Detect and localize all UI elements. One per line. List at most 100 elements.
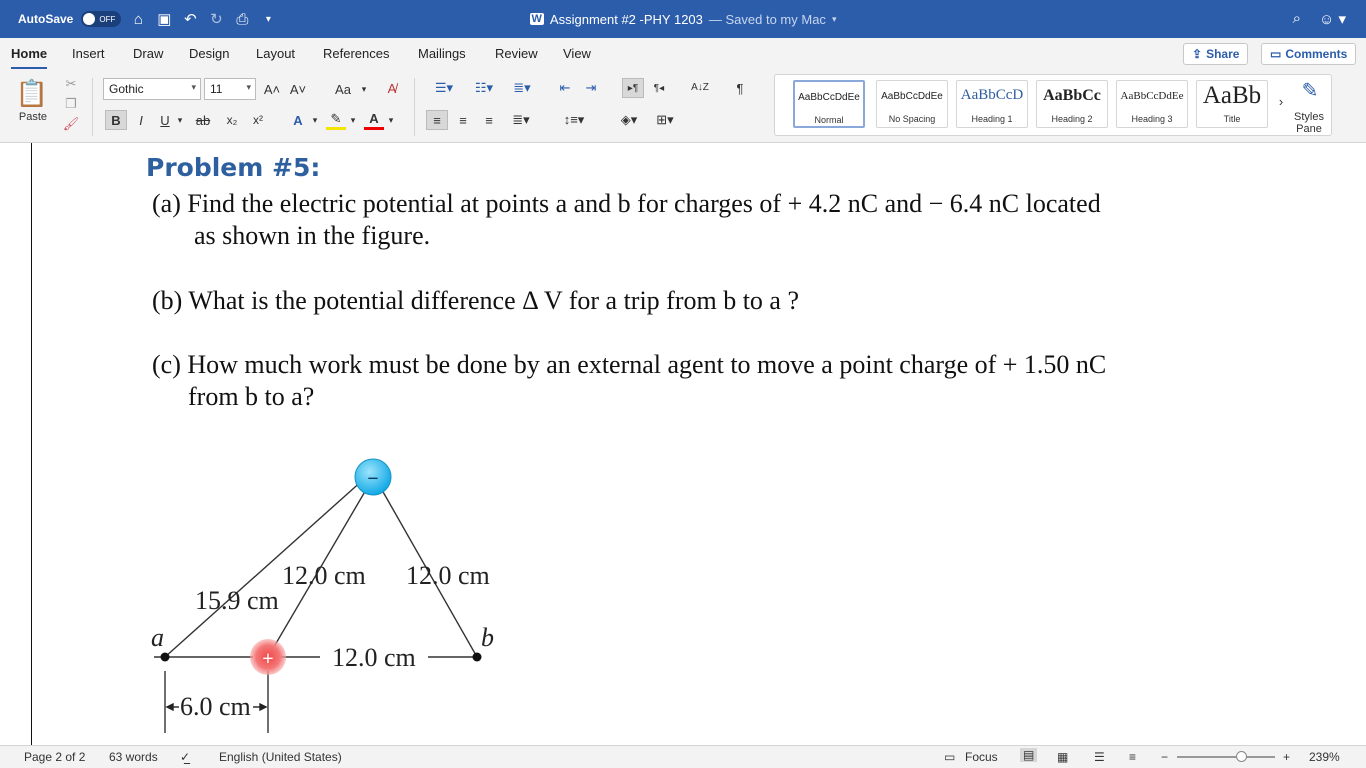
- save-icon[interactable]: ▣: [155, 10, 173, 28]
- format-painter-icon[interactable]: 🖌: [62, 116, 80, 132]
- line-spacing-icon[interactable]: ↕≡▾: [556, 110, 592, 130]
- autosave-toggle[interactable]: OFF: [81, 11, 122, 27]
- numbering-icon[interactable]: ☷▾: [466, 78, 502, 98]
- paste-icon[interactable]: 📋: [14, 76, 50, 110]
- chevron-down-icon: ▾: [191, 82, 196, 92]
- bullets-icon[interactable]: ☰▾: [426, 78, 462, 98]
- share-button[interactable]: ⇪ Share: [1183, 43, 1249, 65]
- sort-icon[interactable]: A↓Z: [688, 78, 712, 98]
- ribbon: 📋 Paste ✂ ❐ 🖌 Gothic ▾ 11 ▾ A˄ A˅ Aa ▾ A̸ …: [0, 70, 1366, 143]
- underline-button[interactable]: U: [156, 110, 174, 130]
- tab-draw[interactable]: Draw: [133, 46, 163, 61]
- tab-references[interactable]: References: [323, 46, 389, 61]
- style-heading-1[interactable]: AaBbCcD Heading 1: [956, 80, 1028, 128]
- style-preview: AaBbCcDdEe: [881, 91, 943, 102]
- word-doc-icon: W: [529, 13, 544, 25]
- chevron-down-icon[interactable]: ▾: [358, 80, 370, 98]
- zoom-in-icon[interactable]: +: [1283, 750, 1290, 764]
- align-right-icon[interactable]: ≡: [478, 110, 500, 130]
- web-layout-icon[interactable]: ▦: [1057, 750, 1068, 764]
- autosave-label: AutoSave: [18, 12, 74, 26]
- redo-icon[interactable]: ↻: [207, 10, 225, 28]
- language[interactable]: English (United States): [219, 750, 342, 764]
- tab-layout[interactable]: Layout: [256, 46, 295, 61]
- tab-view[interactable]: View: [563, 46, 591, 61]
- tab-design[interactable]: Design: [189, 46, 229, 61]
- word-count[interactable]: 63 words: [109, 750, 158, 764]
- style-heading-3[interactable]: AaBbCcDdEe Heading 3: [1116, 80, 1188, 128]
- font-name-combo[interactable]: Gothic ▾: [103, 78, 201, 100]
- print-layout-icon[interactable]: ▤: [1020, 748, 1038, 762]
- tab-mailings[interactable]: Mailings: [418, 46, 466, 61]
- customize-toolbar-icon[interactable]: ▾: [259, 14, 277, 25]
- grow-font-icon[interactable]: A˄: [262, 80, 282, 98]
- align-left-icon[interactable]: ≡: [426, 110, 448, 130]
- font-size-combo[interactable]: 11 ▾: [204, 78, 256, 100]
- tab-insert[interactable]: Insert: [72, 46, 105, 61]
- decrease-indent-icon[interactable]: ⇤: [554, 78, 576, 98]
- cut-icon[interactable]: ✂: [62, 76, 80, 92]
- borders-icon[interactable]: ⊞▾: [648, 110, 682, 130]
- tab-review[interactable]: Review: [495, 46, 538, 61]
- align-center-icon[interactable]: ≡: [452, 110, 474, 130]
- style-title[interactable]: AaBb Title: [1196, 80, 1268, 128]
- zoom-slider-track[interactable]: [1177, 756, 1275, 758]
- italic-button[interactable]: I: [132, 110, 150, 130]
- bold-button[interactable]: B: [105, 110, 127, 130]
- part-a-line-2: as shown in the figure.: [194, 221, 431, 250]
- tab-home[interactable]: Home: [11, 46, 48, 69]
- increase-indent-icon[interactable]: ⇥: [580, 78, 602, 98]
- draft-view-icon[interactable]: ≡: [1129, 750, 1136, 764]
- zoom-out-icon[interactable]: −: [1161, 750, 1168, 764]
- proofing-icon[interactable]: ✓̲: [180, 750, 190, 764]
- show-formatting-icon[interactable]: ¶: [730, 78, 750, 98]
- chevron-down-icon[interactable]: ▾: [310, 110, 320, 130]
- change-case-button[interactable]: Aa: [328, 80, 358, 98]
- part-b-line: (b) What is the potential difference Δ V…: [152, 286, 800, 315]
- style-no-spacing[interactable]: AaBbCcDdEe No Spacing: [876, 80, 948, 128]
- zoom-slider-thumb[interactable]: [1236, 751, 1247, 762]
- comments-button[interactable]: ▭ Comments: [1261, 43, 1357, 65]
- page-count[interactable]: Page 2 of 2: [24, 750, 85, 764]
- text-effects-icon[interactable]: A: [288, 110, 308, 130]
- search-icon[interactable]: ⌕: [1293, 10, 1301, 28]
- focus-label[interactable]: Focus: [965, 750, 998, 764]
- style-name: Heading 2: [1051, 114, 1093, 124]
- rtl-text-icon[interactable]: ¶◂: [648, 78, 670, 98]
- styles-pane-label-2[interactable]: Pane: [1286, 123, 1332, 135]
- styles-gallery: AaBbCcDdEe Normal AaBbCcDdEe No Spacing Aa…: [774, 74, 1332, 136]
- multilevel-list-icon[interactable]: ≣▾: [504, 78, 540, 98]
- style-heading-2[interactable]: AaBbCc Heading 2: [1036, 80, 1108, 128]
- subscript-button[interactable]: x₂: [222, 110, 242, 130]
- style-name: Normal: [814, 115, 844, 125]
- style-normal[interactable]: AaBbCcDdEe Normal: [793, 80, 865, 128]
- font-color-icon[interactable]: A: [364, 110, 384, 130]
- ltr-text-icon[interactable]: ▸¶: [622, 78, 644, 98]
- chevron-down-icon[interactable]: ▾: [174, 110, 186, 130]
- zoom-level[interactable]: 239%: [1309, 750, 1340, 764]
- chevron-down-icon[interactable]: ▾: [386, 110, 396, 130]
- home-icon[interactable]: ⌂: [129, 11, 147, 28]
- style-preview: AaBbCcD: [960, 87, 1024, 103]
- styles-pane-icon[interactable]: ✎: [1294, 76, 1326, 104]
- justify-icon[interactable]: ≣▾: [504, 110, 538, 130]
- style-preview: AaBbCc: [1043, 87, 1101, 104]
- undo-icon[interactable]: ↶: [181, 10, 199, 28]
- superscript-button[interactable]: x²: [248, 110, 268, 130]
- clear-formatting-icon[interactable]: A̸: [380, 78, 404, 98]
- styles-more-icon[interactable]: ›: [1275, 91, 1287, 111]
- chevron-down-icon[interactable]: ▾: [348, 110, 358, 130]
- focus-icon[interactable]: ▭: [944, 750, 955, 764]
- document-canvas[interactable]: Problem #5: (a) Find the electric potent…: [0, 143, 1366, 745]
- shading-icon[interactable]: ◈▾: [612, 110, 646, 130]
- copy-icon[interactable]: ❐: [62, 96, 80, 112]
- print-icon[interactable]: ⎙: [233, 11, 251, 28]
- highlight-icon[interactable]: ✎: [326, 110, 346, 130]
- styles-pane-label-1[interactable]: Styles: [1286, 111, 1332, 123]
- strikethrough-button[interactable]: ab: [192, 110, 214, 130]
- smiley-feedback-icon[interactable]: ☺ ▾: [1319, 10, 1346, 28]
- shrink-font-icon[interactable]: A˅: [288, 80, 308, 98]
- style-preview: AaBbCcDdEe: [798, 92, 860, 103]
- outline-view-icon[interactable]: ☰: [1094, 750, 1105, 764]
- point-b-dot: [472, 652, 482, 662]
